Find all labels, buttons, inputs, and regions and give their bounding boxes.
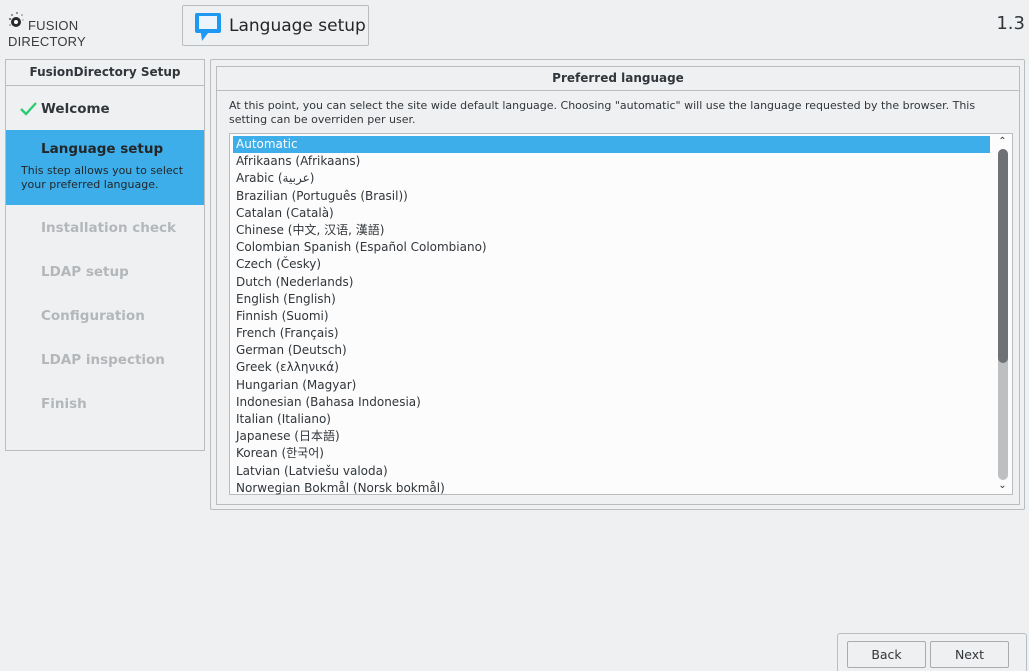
step-label: Installation check xyxy=(41,220,177,236)
logo-mark-icon xyxy=(9,12,24,27)
logo-text-fusion: FUSION xyxy=(28,18,79,33)
navigation-buttons: Back Next xyxy=(837,633,1027,671)
main-panel: Preferred language At this point, you ca… xyxy=(210,59,1025,510)
listbox-scrollbar[interactable]: ⌃ ⌄ xyxy=(995,136,1010,492)
step-description: This step allows you to select your pref… xyxy=(21,164,184,191)
step-label: LDAP setup xyxy=(41,264,129,280)
page-title: Language setup xyxy=(229,16,366,36)
language-option[interactable]: Japanese (日本語) xyxy=(233,428,990,445)
language-option[interactable]: Chinese (中文, 汉语, 漢語) xyxy=(233,222,990,239)
step-label: Welcome xyxy=(41,101,110,117)
page-title-box: Language setup xyxy=(182,5,369,46)
language-option[interactable]: English (English) xyxy=(233,291,990,308)
version-label: 1.3 xyxy=(996,13,1025,34)
sidebar-title: FusionDirectory Setup xyxy=(6,60,204,86)
step-label: Finish xyxy=(41,396,87,412)
scroll-thumb[interactable] xyxy=(998,149,1008,363)
checkmark-icon xyxy=(20,102,37,116)
chevron-down-icon[interactable]: ⌄ xyxy=(995,480,1010,492)
language-option[interactable]: Colombian Spanish (Español Colombiano) xyxy=(233,239,990,256)
step-installation-check: Installation check xyxy=(6,205,204,249)
scroll-track[interactable] xyxy=(998,149,1008,480)
language-option[interactable]: Indonesian (Bahasa Indonesia) xyxy=(233,394,990,411)
language-listbox[interactable]: Automatic Afrikaans (Afrikaans) Arabic (عر… xyxy=(229,133,1013,495)
language-option[interactable]: Catalan (Català) xyxy=(233,205,990,222)
language-option[interactable]: German (Deutsch) xyxy=(233,342,990,359)
step-finish: Finish xyxy=(6,381,204,425)
step-ldap-inspection: LDAP inspection xyxy=(6,337,204,381)
preferred-language-section: Preferred language At this point, you ca… xyxy=(216,66,1020,505)
language-option[interactable]: Czech (Česky) xyxy=(233,256,990,273)
step-label: Configuration xyxy=(41,308,145,324)
step-configuration: Configuration xyxy=(6,293,204,337)
speech-bubble-icon xyxy=(195,13,221,41)
language-option[interactable]: Greek (ελληνικά) xyxy=(233,359,990,376)
language-option[interactable]: Italian (Italiano) xyxy=(233,411,990,428)
step-language-setup[interactable]: Language setup This step allows you to s… xyxy=(6,130,204,205)
setup-steps-sidebar: FusionDirectory Setup Welcome Language s… xyxy=(5,59,205,451)
language-option[interactable]: Arabic (عربية) xyxy=(233,170,990,187)
next-button[interactable]: Next xyxy=(930,641,1009,668)
language-option[interactable]: Finnish (Suomi) xyxy=(233,308,990,325)
step-welcome[interactable]: Welcome xyxy=(6,86,204,130)
language-option[interactable]: Afrikaans (Afrikaans) xyxy=(233,153,990,170)
logo-text-directory: DIRECTORY xyxy=(8,34,86,49)
language-list: Automatic Afrikaans (Afrikaans) Arabic (عر… xyxy=(233,136,990,497)
language-option[interactable]: Hungarian (Magyar) xyxy=(233,377,990,394)
chevron-up-icon[interactable]: ⌃ xyxy=(995,136,1010,148)
language-option[interactable]: Dutch (Nederlands) xyxy=(233,274,990,291)
step-label: Language setup xyxy=(41,141,164,157)
language-option[interactable]: Latvian (Latviešu valoda) xyxy=(233,463,990,480)
section-title: Preferred language xyxy=(217,67,1019,91)
language-option[interactable]: Korean (한국어) xyxy=(233,445,990,462)
step-label: LDAP inspection xyxy=(41,352,165,368)
language-option[interactable]: French (Français) xyxy=(233,325,990,342)
language-option[interactable]: Brazilian (Português (Brasil)) xyxy=(233,188,990,205)
step-ldap-setup: LDAP setup xyxy=(6,249,204,293)
fusiondirectory-logo: FUSION DIRECTORY xyxy=(8,8,86,50)
language-option[interactable]: Automatic xyxy=(233,136,990,154)
intro-text: At this point, you can select the site w… xyxy=(229,99,976,126)
language-option[interactable]: Norwegian Bokmål (Norsk bokmål) xyxy=(233,480,990,497)
back-button[interactable]: Back xyxy=(847,641,926,668)
